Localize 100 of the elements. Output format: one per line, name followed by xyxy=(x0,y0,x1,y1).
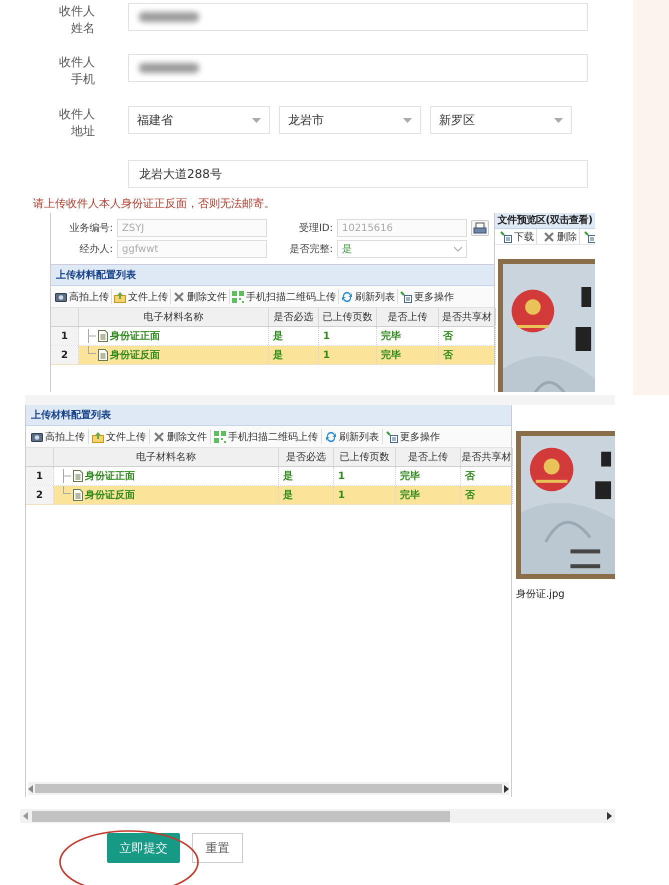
toolbar-button[interactable]: 手机扫描二维码上传 xyxy=(211,429,322,444)
right-arrow-icon[interactable] xyxy=(504,784,509,792)
column-header[interactable]: 是否必选 xyxy=(279,448,334,466)
blurred-value xyxy=(139,12,199,22)
tree-line-icon xyxy=(63,469,71,483)
left-arrow-icon[interactable] xyxy=(28,784,33,792)
field-label: 地址 xyxy=(71,123,95,140)
table-cell: 是 xyxy=(279,467,334,485)
material-name: 身份证正面 xyxy=(85,470,135,483)
delete-icon xyxy=(173,290,185,302)
field-label: 经办人: xyxy=(78,242,113,256)
right-arrow-icon[interactable] xyxy=(607,812,612,820)
document-icon xyxy=(73,489,83,501)
delete-icon xyxy=(543,230,555,243)
folder-upload-icon xyxy=(92,430,104,442)
camera-icon xyxy=(31,430,43,442)
field-label: 受理ID: xyxy=(298,222,333,235)
document-arrow-icon xyxy=(386,430,398,442)
tree-line-icon xyxy=(88,329,96,343)
toolbar-button[interactable]: 刷新列表 xyxy=(339,289,398,304)
refresh-icon xyxy=(325,430,337,442)
document-icon xyxy=(73,470,83,482)
toolbar-button[interactable]: 更多操作 xyxy=(398,289,456,304)
toolbar-button[interactable]: 刷新列表 xyxy=(322,429,383,444)
panel-title: 上传材料配置列表 xyxy=(51,265,494,286)
table-cell: 否 xyxy=(461,486,513,504)
toolbar-button[interactable]: 删除 xyxy=(541,229,580,244)
toolbar-button[interactable]: 删除文件 xyxy=(150,429,211,444)
dropdown[interactable]: 是 xyxy=(337,240,467,258)
material-name: 身份证反面 xyxy=(110,348,160,362)
column-header[interactable]: 已上传页数 xyxy=(319,308,377,326)
field-label: 是否完整: xyxy=(288,242,333,256)
warning-message: 请上传收件人本人身份证正反面，否则无法邮寄。 xyxy=(33,196,276,210)
camera-icon xyxy=(55,290,67,302)
dropdown[interactable]: 福建省 xyxy=(128,106,270,134)
caret-icon xyxy=(403,118,412,122)
input-field[interactable] xyxy=(128,3,588,31)
submit-button[interactable]: 立即提交 xyxy=(107,833,180,863)
field-label: 手机 xyxy=(71,71,95,88)
field-label: 收件人 xyxy=(59,3,95,20)
document-icon xyxy=(98,349,108,361)
table-cell: 1 xyxy=(334,467,396,485)
refresh-icon xyxy=(341,290,353,302)
input-field[interactable] xyxy=(128,54,588,82)
toolbar-button[interactable]: 删除文件 xyxy=(171,289,230,304)
document-arrow-icon[interactable] xyxy=(584,230,595,243)
column-header[interactable]: 是否共享材 xyxy=(461,448,513,466)
field-label: 姓名 xyxy=(71,20,95,37)
toolbar-button[interactable]: 高拍上传 xyxy=(28,429,89,444)
toolbar-button[interactable]: 下载 xyxy=(498,229,537,244)
field-label: 收件人 xyxy=(59,54,95,71)
material-name: 身份证反面 xyxy=(85,488,135,502)
column-header[interactable]: 是否共享材 xyxy=(439,308,496,326)
document-icon xyxy=(98,330,108,342)
document-arrow-icon xyxy=(400,290,412,302)
qr-code-icon xyxy=(214,430,226,442)
toolbar-button[interactable]: 更多操作 xyxy=(383,429,443,444)
table-cell: 是 xyxy=(269,327,319,345)
dropdown[interactable]: 龙岩市 xyxy=(279,106,421,134)
panel-title: 上传材料配置列表 xyxy=(26,405,511,426)
table-cell: 1 xyxy=(319,346,377,364)
horizontal-scrollbar[interactable] xyxy=(28,782,509,795)
input-field[interactable]: 龙岩大道288号 xyxy=(128,160,588,188)
table-cell: 否 xyxy=(461,467,513,485)
table-cell: 是 xyxy=(269,346,319,364)
column-header[interactable]: 电子材料名称 xyxy=(54,448,279,466)
row-number: 1 xyxy=(51,327,79,345)
column-header[interactable]: 已上传页数 xyxy=(334,448,396,466)
qr-code-icon xyxy=(232,290,244,302)
column-header[interactable]: 电子材料名称 xyxy=(79,308,269,326)
toolbar-button[interactable]: 高拍上传 xyxy=(53,289,112,304)
toolbar-button[interactable]: 手机扫描二维码上传 xyxy=(230,289,339,304)
print-icon xyxy=(473,222,487,234)
table-cell: 1 xyxy=(319,327,377,345)
toolbar-button[interactable]: 文件上传 xyxy=(112,289,171,304)
dropdown[interactable]: 新罗区 xyxy=(430,106,572,134)
left-arrow-icon[interactable] xyxy=(23,812,28,820)
toolbar-button[interactable]: 文件上传 xyxy=(89,429,150,444)
caret-icon xyxy=(554,118,563,122)
table-row[interactable]: 2 身份证反面 是 1 完毕 否 xyxy=(51,346,494,365)
table-row[interactable]: 2 身份证反面 是 1 完毕 否 xyxy=(26,486,511,505)
print-button[interactable] xyxy=(471,220,489,236)
table-cell: 完毕 xyxy=(377,346,439,364)
material-name: 身份证正面 xyxy=(110,330,160,343)
tree-line-icon xyxy=(88,346,96,354)
column-header[interactable]: 是否必选 xyxy=(269,308,319,326)
row-number: 2 xyxy=(51,346,79,364)
folder-upload-icon xyxy=(114,290,126,302)
reset-button[interactable]: 重置 xyxy=(192,833,243,863)
row-number: 2 xyxy=(26,486,54,504)
column-header[interactable]: 是否上传 xyxy=(396,448,461,466)
download-icon xyxy=(500,230,512,243)
table-cell: 完毕 xyxy=(396,467,461,485)
table-cell: 是 xyxy=(279,486,334,504)
delete-icon xyxy=(153,430,165,442)
horizontal-scrollbar[interactable] xyxy=(20,809,615,823)
column-header[interactable]: 是否上传 xyxy=(377,308,439,326)
file-name: 身份证.jpg xyxy=(515,588,566,601)
table-cell: 完毕 xyxy=(377,327,439,345)
table-cell: 否 xyxy=(439,327,496,345)
